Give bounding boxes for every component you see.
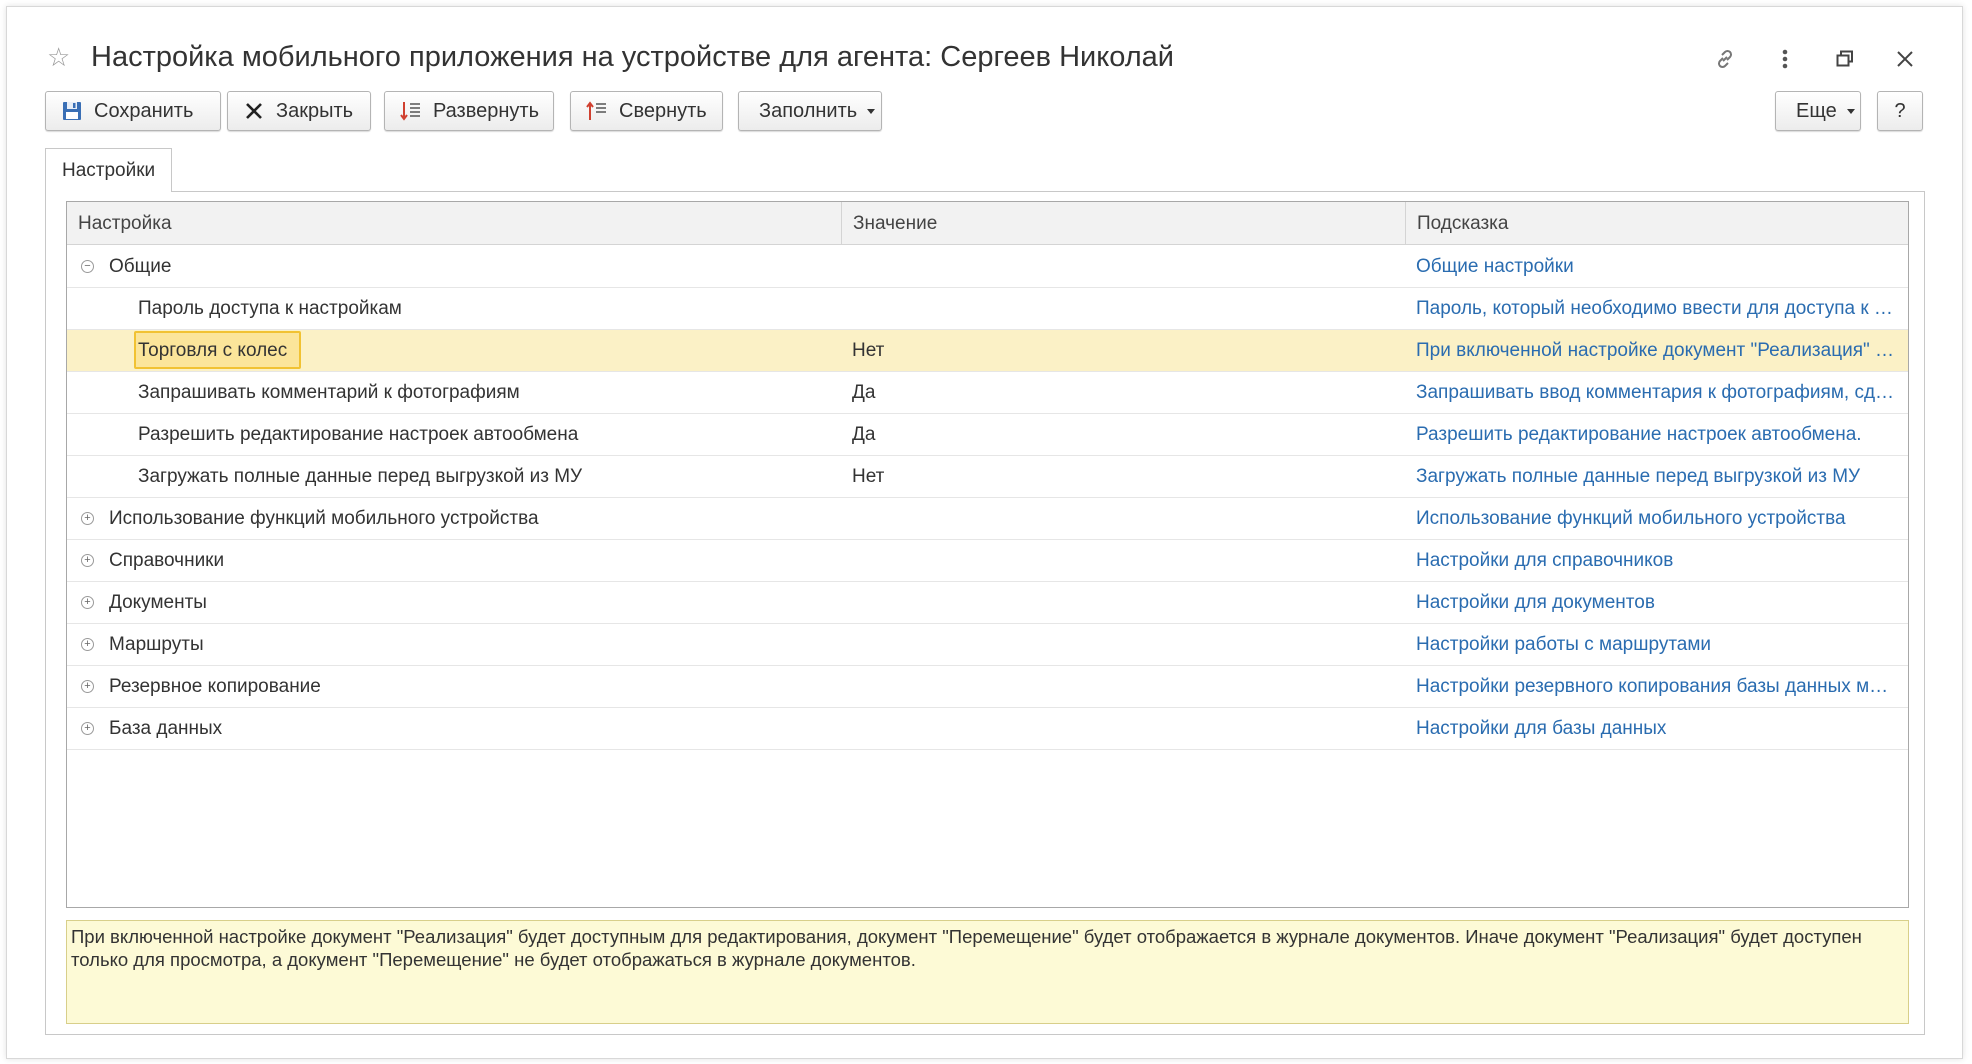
table-row[interactable]: − Общие Общие настройки <box>67 246 1908 288</box>
chevron-down-icon <box>1846 108 1855 114</box>
row-name: Документы <box>109 592 207 613</box>
maximize-icon[interactable] <box>1828 43 1862 75</box>
table-row[interactable]: Разрешить редактирование настроек автооб… <box>67 414 1908 456</box>
floppy-disk-icon <box>60 99 84 123</box>
more-button[interactable]: Еще <box>1775 91 1861 131</box>
table-row[interactable]: + Справочники Настройки для справочников <box>67 540 1908 582</box>
row-hint: Общие настройки <box>1416 256 1574 277</box>
close-icon[interactable] <box>1888 43 1922 75</box>
row-value <box>852 624 1282 665</box>
row-name: Общие <box>109 256 172 277</box>
tab-settings[interactable]: Настройки <box>45 148 173 192</box>
close-button[interactable]: Закрыть <box>227 91 371 131</box>
table-row[interactable]: + Документы Настройки для документов <box>67 582 1908 624</box>
row-name: Торговля с колес <box>138 340 288 361</box>
expand-group-icon[interactable]: + <box>81 554 94 567</box>
collapse-all-button[interactable]: Свернуть <box>570 91 723 131</box>
collapse-group-icon[interactable]: − <box>81 260 94 273</box>
row-hint: Настройки для базы данных <box>1416 718 1667 739</box>
row-hint: Настройки для справочников <box>1416 550 1674 571</box>
row-value <box>852 540 1282 581</box>
row-value <box>852 246 1282 287</box>
more-label: Еще <box>1796 99 1837 122</box>
row-value[interactable]: Нет <box>852 456 1282 497</box>
expand-tree-icon <box>399 99 423 123</box>
row-value[interactable]: Нет <box>852 330 1282 371</box>
table-row[interactable]: Пароль доступа к настройкам Пароль, кото… <box>67 288 1908 330</box>
row-hint: Запрашивать ввод комментария к фотографи… <box>1416 382 1896 403</box>
close-x-icon <box>242 99 266 123</box>
table-row[interactable]: + Резервное копирование Настройки резерв… <box>67 666 1908 708</box>
hint-description: При включенной настройке документ "Реали… <box>66 920 1909 1024</box>
table-header: Настройка Значение Подсказка <box>67 202 1908 245</box>
kebab-icon[interactable] <box>1768 43 1802 75</box>
fill-button[interactable]: Заполнить <box>738 91 882 131</box>
chevron-down-icon <box>867 108 876 114</box>
expand-group-icon[interactable]: + <box>81 596 94 609</box>
expand-group-icon[interactable]: + <box>81 512 94 525</box>
table-row[interactable]: + Маршруты Настройки работы с маршрутами <box>67 624 1908 666</box>
row-hint: Настройки для документов <box>1416 592 1655 613</box>
table-row-selected[interactable]: Торговля с колес Нет При включенной наст… <box>67 330 1908 372</box>
window-controls <box>1708 43 1922 75</box>
row-value <box>852 498 1282 539</box>
title-bar: ☆ Настройка мобильного приложения на уст… <box>7 7 1962 87</box>
row-hint: Пароль, который необходимо ввести для до… <box>1416 298 1896 319</box>
form-window: ☆ Настройка мобильного приложения на уст… <box>6 6 1963 1059</box>
star-icon[interactable]: ☆ <box>47 43 75 71</box>
help-label: ? <box>1894 99 1906 122</box>
collapse-tree-icon <box>585 99 609 123</box>
row-hint: Настройки работы с маршрутами <box>1416 634 1712 655</box>
table-row[interactable]: + Использование функций мобильного устро… <box>67 498 1908 540</box>
row-name: Резервное копирование <box>109 676 321 697</box>
row-value <box>852 582 1282 623</box>
row-hint: Загружать полные данные перед выгрузкой … <box>1416 466 1861 487</box>
row-hint: Настройки резервного копирования базы да… <box>1416 676 1896 697</box>
row-name: База данных <box>109 718 223 739</box>
row-value[interactable]: Да <box>852 372 1282 413</box>
row-value[interactable]: Да <box>852 414 1282 455</box>
row-value <box>852 708 1282 749</box>
column-header-setting[interactable]: Настройка <box>67 202 841 245</box>
tab-settings-label: Настройки <box>62 160 156 181</box>
column-header-value[interactable]: Значение <box>841 202 1405 245</box>
save-label: Сохранить <box>94 99 194 122</box>
settings-table[interactable]: Настройка Значение Подсказка − Общие Общ… <box>66 201 1909 908</box>
column-header-hint[interactable]: Подсказка <box>1405 202 1908 245</box>
expand-group-icon[interactable]: + <box>81 638 94 651</box>
save-button[interactable]: Сохранить <box>45 91 221 131</box>
row-name: Загружать полные данные перед выгрузкой … <box>138 466 583 487</box>
row-hint: При включенной настройке документ "Реали… <box>1416 340 1896 361</box>
row-name: Разрешить редактирование настроек автооб… <box>138 424 579 445</box>
expand-all-button[interactable]: Развернуть <box>384 91 554 131</box>
row-value <box>852 288 1282 329</box>
expand-label: Развернуть <box>432 99 539 122</box>
row-hint: Использование функций мобильного устройс… <box>1416 508 1846 529</box>
link-icon[interactable] <box>1708 43 1742 75</box>
table-row[interactable]: Запрашивать комментарий к фотографиям Да… <box>67 372 1908 414</box>
command-bar: Сохранить Закрыть Развернуть Свернуть За… <box>45 91 1923 133</box>
row-name: Справочники <box>109 550 225 571</box>
help-button[interactable]: ? <box>1877 91 1923 131</box>
table-row[interactable]: + База данных Настройки для базы данных <box>67 708 1908 750</box>
expand-group-icon[interactable]: + <box>81 680 94 693</box>
window-title: Настройка мобильного приложения на устро… <box>91 41 1175 73</box>
settings-panel: Настройка Значение Подсказка − Общие Общ… <box>45 191 1925 1035</box>
row-name: Маршруты <box>109 634 204 655</box>
row-hint: Разрешить редактирование настроек автооб… <box>1416 424 1862 445</box>
expand-group-icon[interactable]: + <box>81 722 94 735</box>
row-name: Пароль доступа к настройкам <box>138 298 402 319</box>
close-label: Закрыть <box>276 99 354 122</box>
fill-label: Заполнить <box>759 99 858 122</box>
collapse-label: Свернуть <box>619 99 707 122</box>
row-name: Использование функций мобильного устройс… <box>109 508 539 529</box>
table-row[interactable]: Загружать полные данные перед выгрузкой … <box>67 456 1908 498</box>
row-name: Запрашивать комментарий к фотографиям <box>138 382 520 403</box>
row-value <box>852 666 1282 707</box>
